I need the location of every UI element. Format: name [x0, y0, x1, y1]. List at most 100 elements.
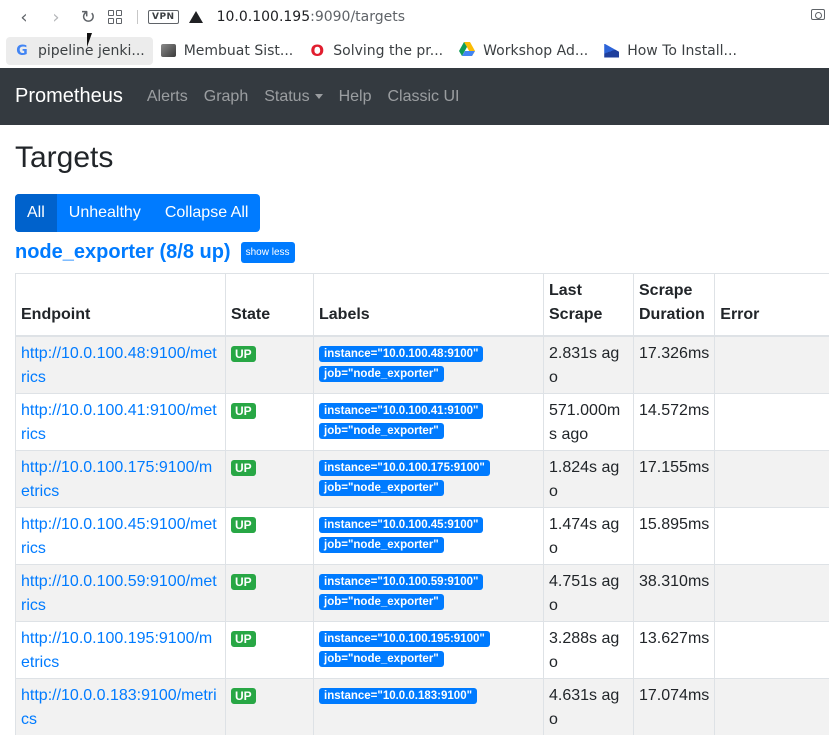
state-badge: UP — [231, 403, 256, 419]
header-labels: Labels — [314, 274, 544, 337]
reload-icon[interactable]: ↻ — [72, 3, 104, 31]
forward-icon[interactable]: › — [40, 3, 72, 31]
google-icon: G — [14, 43, 30, 59]
instance-label-badge: instance="10.0.100.48:9100" — [319, 346, 483, 362]
error-cell — [715, 507, 829, 564]
table-row: http://10.0.100.41:9100/metrics UP insta… — [16, 393, 829, 450]
header-state: State — [226, 274, 314, 337]
bookmark-label: Membuat Sist... — [184, 43, 294, 59]
table-row: http://10.0.100.175:9100/metrics UP inst… — [16, 450, 829, 507]
browser-toolbar: ‹ › ↻ VPN 10.0.100.195:9090/targets — [0, 0, 829, 34]
state-badge: UP — [231, 346, 256, 362]
bookmark-solving-the-pr[interactable]: O Solving the pr... — [301, 37, 451, 65]
job-title-link[interactable]: node_exporter (8/8 up) — [15, 241, 231, 264]
job-label-badge: job="node_exporter" — [319, 537, 444, 553]
nav-graph[interactable]: Graph — [204, 88, 248, 106]
last-scrape-cell: 1.824s ago — [544, 450, 634, 507]
instance-label-badge: instance="10.0.100.45:9100" — [319, 517, 483, 533]
endpoint-link[interactable]: http://10.0.100.59:9100/metrics — [21, 573, 217, 614]
header-last-scrape: Last Scrape — [544, 274, 634, 337]
header-error: Error — [715, 274, 829, 337]
filter-all-button[interactable]: All — [15, 194, 57, 232]
targets-table: Endpoint State Labels Last Scrape Scrape… — [15, 273, 829, 735]
error-cell — [715, 564, 829, 621]
scrape-duration-cell: 15.895ms — [634, 507, 715, 564]
top-navbar: Prometheus Alerts Graph Status Help Clas… — [0, 68, 829, 125]
camera-icon[interactable] — [811, 9, 825, 20]
digitalocean-flag-icon — [604, 44, 619, 58]
last-scrape-cell: 4.751s ago — [544, 564, 634, 621]
bookmark-membuat-sist[interactable]: Membuat Sist... — [153, 37, 302, 65]
scrape-duration-cell: 17.074ms — [634, 678, 715, 735]
table-row: http://10.0.100.48:9100/metrics UP insta… — [16, 336, 829, 393]
error-cell — [715, 450, 829, 507]
error-cell — [715, 393, 829, 450]
job-header: node_exporter (8/8 up) show less — [15, 241, 829, 264]
bookmark-label: Solving the pr... — [333, 43, 443, 59]
bookmark-pipeline-jenkins[interactable]: G pipeline jenki... — [6, 37, 153, 65]
endpoint-link[interactable]: http://10.0.100.195:9100/metrics — [21, 630, 212, 671]
show-less-button[interactable]: show less — [241, 242, 295, 263]
collapse-all-button[interactable]: Collapse All — [153, 194, 261, 232]
not-secure-warning-icon[interactable] — [189, 11, 203, 23]
state-badge: UP — [231, 574, 256, 590]
table-row: http://10.0.100.45:9100/metrics UP insta… — [16, 507, 829, 564]
nav-status-label: Status — [264, 88, 309, 106]
url-path: :9090/targets — [310, 9, 405, 25]
instance-label-badge: instance="10.0.100.175:9100" — [319, 460, 490, 476]
table-header-row: Endpoint State Labels Last Scrape Scrape… — [16, 274, 829, 337]
nav-status-dropdown[interactable]: Status — [264, 88, 322, 106]
filter-unhealthy-button[interactable]: Unhealthy — [57, 194, 153, 232]
nav-classic-ui[interactable]: Classic UI — [387, 88, 459, 106]
job-label-badge: job="node_exporter" — [319, 366, 444, 382]
bookmarks-bar: G pipeline jenki... Membuat Sist... O So… — [0, 34, 829, 68]
endpoint-link[interactable]: http://10.0.100.48:9100/metrics — [21, 345, 217, 386]
endpoint-link[interactable]: http://10.0.0.183:9100/metrics — [21, 687, 217, 728]
image-favicon-icon — [161, 44, 176, 57]
opera-icon: O — [309, 41, 325, 60]
bookmark-workshop-ad[interactable]: Workshop Ad... — [451, 37, 596, 65]
scrape-duration-cell: 17.155ms — [634, 450, 715, 507]
job-label-badge: job="node_exporter" — [319, 594, 444, 610]
last-scrape-cell: 1.474s ago — [544, 507, 634, 564]
nav-help[interactable]: Help — [339, 88, 372, 106]
state-badge: UP — [231, 631, 256, 647]
vpn-badge[interactable]: VPN — [148, 10, 179, 24]
url-host: 10.0.100.195 — [217, 9, 311, 25]
tab-grid-icon[interactable] — [108, 10, 122, 24]
instance-label-badge: instance="10.0.100.195:9100" — [319, 631, 490, 647]
nav-alerts[interactable]: Alerts — [147, 88, 188, 106]
back-icon[interactable]: ‹ — [8, 3, 40, 31]
page-title: Targets — [15, 141, 829, 175]
endpoint-link[interactable]: http://10.0.100.175:9100/metrics — [21, 459, 212, 500]
endpoint-link[interactable]: http://10.0.100.41:9100/metrics — [21, 402, 217, 443]
bookmark-how-to-install[interactable]: How To Install... — [596, 37, 745, 65]
instance-label-badge: instance="10.0.100.41:9100" — [319, 403, 483, 419]
bookmark-label: How To Install... — [627, 43, 737, 59]
scrape-duration-cell: 13.627ms — [634, 621, 715, 678]
table-row: http://10.0.100.59:9100/metrics UP insta… — [16, 564, 829, 621]
instance-label-badge: instance="10.0.0.183:9100" — [319, 688, 477, 704]
last-scrape-cell: 4.631s ago — [544, 678, 634, 735]
error-cell — [715, 336, 829, 393]
google-drive-icon — [459, 42, 475, 60]
bookmark-label: Workshop Ad... — [483, 43, 588, 59]
last-scrape-cell: 2.831s ago — [544, 336, 634, 393]
job-label-badge: job="node_exporter" — [319, 651, 444, 667]
job-label-badge: job="node_exporter" — [319, 480, 444, 496]
table-row: http://10.0.100.195:9100/metrics UP inst… — [16, 621, 829, 678]
instance-label-badge: instance="10.0.100.59:9100" — [319, 574, 483, 590]
state-badge: UP — [231, 688, 256, 704]
endpoint-link[interactable]: http://10.0.100.45:9100/metrics — [21, 516, 217, 557]
mouse-cursor-icon — [87, 33, 92, 47]
address-bar[interactable]: 10.0.100.195:9090/targets — [217, 9, 405, 25]
brand-link[interactable]: Prometheus — [15, 85, 123, 108]
header-endpoint: Endpoint — [16, 274, 226, 337]
last-scrape-cell: 571.000ms ago — [544, 393, 634, 450]
caret-down-icon — [315, 94, 323, 99]
table-row: http://10.0.0.183:9100/metrics UP instan… — [16, 678, 829, 735]
toolbar-divider — [137, 10, 138, 24]
filter-button-group: All Unhealthy Collapse All — [15, 194, 260, 232]
error-cell — [715, 621, 829, 678]
job-label-badge: job="node_exporter" — [319, 423, 444, 439]
